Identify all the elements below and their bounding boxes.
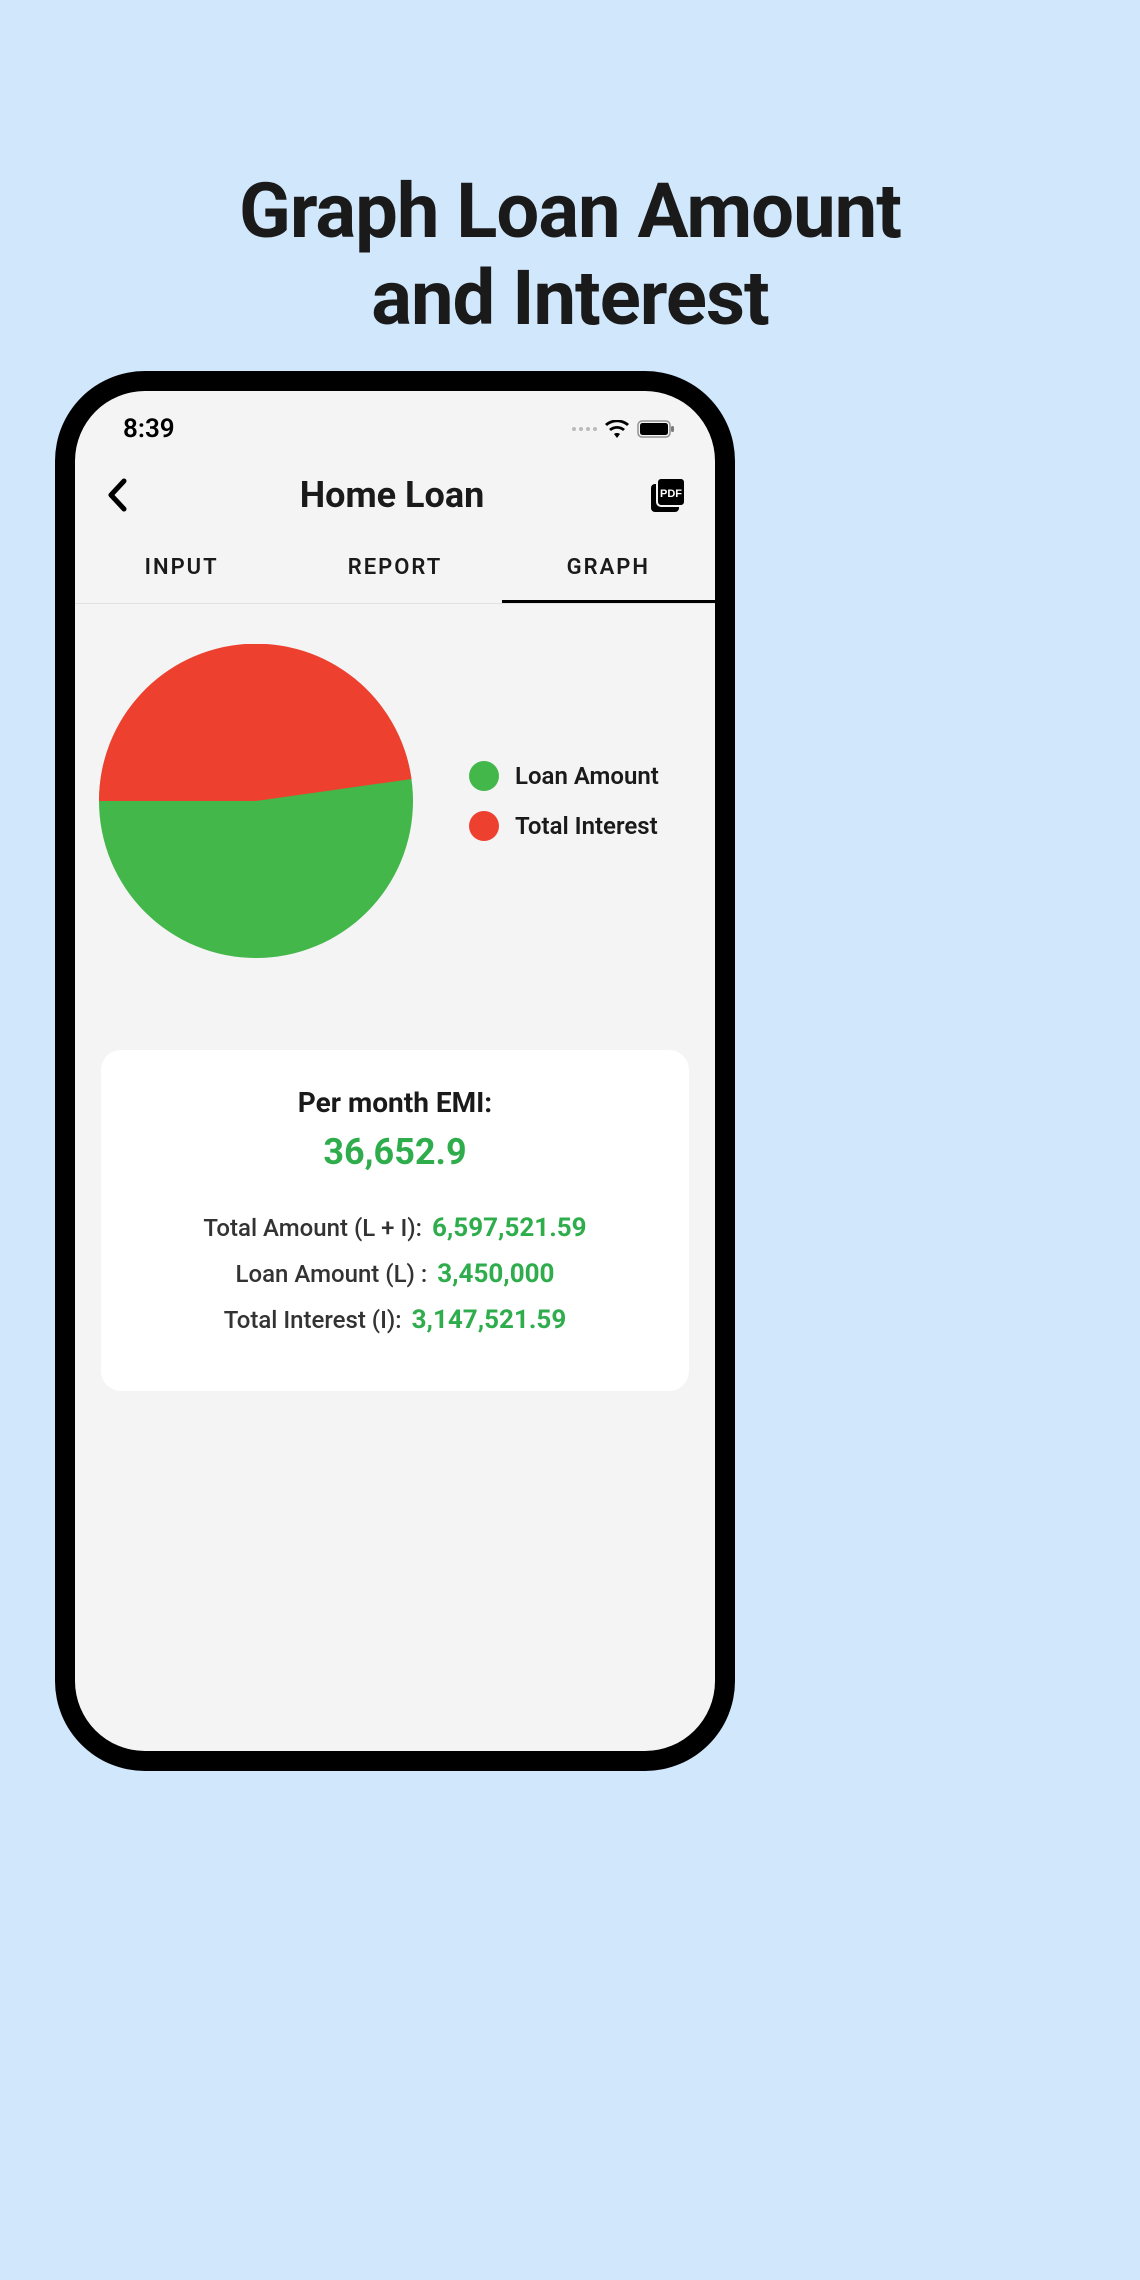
legend-swatch-loan-amount — [469, 761, 499, 791]
chart-section: Loan Amount Total Interest — [75, 604, 715, 958]
legend-label-loan-amount: Loan Amount — [515, 762, 659, 790]
phone-frame: 8:39 — [55, 371, 735, 1771]
loan-amount-value: 3,450,000 — [437, 1259, 554, 1289]
emi-value: 36,652.9 — [121, 1131, 669, 1173]
legend-item-loan-amount: Loan Amount — [469, 761, 659, 791]
summary-row-total-interest: Total Interest (I): 3,147,521.59 — [121, 1305, 669, 1335]
nav-bar: Home Loan PDF — [75, 455, 715, 535]
pie-chart — [99, 644, 413, 958]
legend-item-total-interest: Total Interest — [469, 811, 659, 841]
battery-icon — [637, 420, 675, 438]
legend-swatch-total-interest — [469, 811, 499, 841]
loan-amount-label: Loan Amount (L) : — [236, 1260, 428, 1288]
status-time: 8:39 — [123, 414, 175, 444]
signal-dots-icon — [572, 427, 597, 431]
back-button[interactable] — [95, 473, 139, 517]
tab-report[interactable]: REPORT — [288, 535, 501, 603]
promo-title: Graph Loan Amount and Interest — [0, 0, 1140, 343]
pdf-icon: PDF — [647, 476, 687, 514]
pdf-export-button[interactable]: PDF — [645, 473, 689, 517]
phone-screen: 8:39 — [75, 391, 715, 1751]
status-right — [572, 420, 675, 438]
total-interest-label: Total Interest (I): — [224, 1306, 402, 1334]
total-interest-value: 3,147,521.59 — [412, 1305, 567, 1335]
summary-row-total-amount: Total Amount (L + I): 6,597,521.59 — [121, 1213, 669, 1243]
chevron-left-icon — [107, 478, 127, 512]
total-amount-label: Total Amount (L + I): — [203, 1214, 422, 1242]
chart-legend: Loan Amount Total Interest — [469, 761, 659, 841]
emi-label: Per month EMI: — [121, 1086, 669, 1119]
tabs: INPUT REPORT GRAPH — [75, 535, 715, 604]
total-amount-value: 6,597,521.59 — [432, 1213, 587, 1243]
page-title: Home Loan — [139, 474, 645, 516]
tab-graph[interactable]: GRAPH — [502, 535, 715, 603]
status-bar: 8:39 — [75, 391, 715, 455]
wifi-icon — [605, 420, 629, 438]
summary-row-loan-amount: Loan Amount (L) : 3,450,000 — [121, 1259, 669, 1289]
svg-text:PDF: PDF — [660, 488, 682, 500]
tab-input[interactable]: INPUT — [75, 535, 288, 603]
summary-card: Per month EMI: 36,652.9 Total Amount (L … — [101, 1050, 689, 1391]
legend-label-total-interest: Total Interest — [515, 812, 658, 840]
